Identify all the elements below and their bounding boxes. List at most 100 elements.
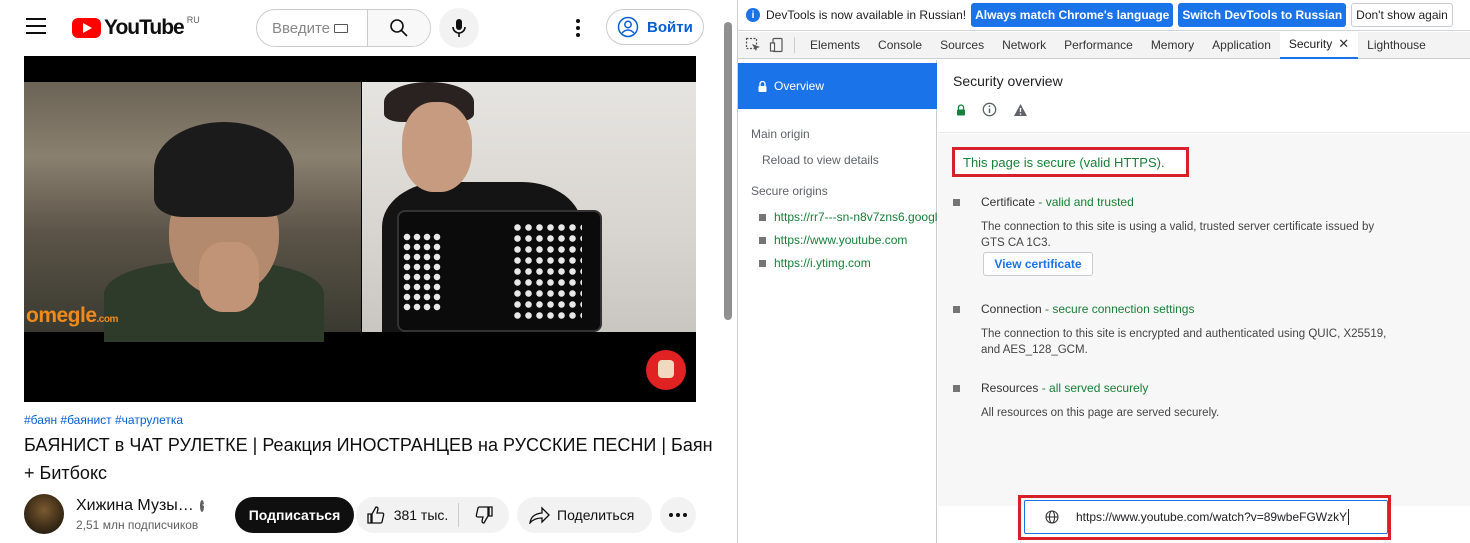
- video-hashtags[interactable]: #баян #баянист #чатрулетка: [24, 413, 183, 427]
- connection-section: Connection - secure connection settings …: [953, 302, 1393, 358]
- share-icon: [529, 506, 550, 524]
- certificate-label: Certificate: [981, 195, 1036, 209]
- account-icon: [617, 16, 639, 38]
- certificate-section: Certificate - valid and trusted The conn…: [953, 195, 1393, 251]
- resources-section: Resources - all served securely All reso…: [953, 381, 1393, 421]
- globe-icon: [1045, 510, 1059, 524]
- tab-console[interactable]: Console: [869, 32, 931, 59]
- voice-search-button[interactable]: [439, 8, 479, 48]
- resources-label: Resources: [981, 381, 1039, 395]
- share-label: Поделиться: [557, 507, 635, 523]
- subscriber-count: 2,51 млн подписчиков: [76, 517, 199, 532]
- search-placeholder: Введите: [272, 19, 330, 37]
- certificate-status: - valid and trusted: [1035, 195, 1134, 209]
- main-origin-header: Main origin: [751, 127, 810, 141]
- devtools-panel: i DevTools is now available in Russian! …: [737, 0, 1470, 543]
- youtube-logo[interactable]: YouTube RU: [72, 15, 200, 40]
- tab-network[interactable]: Network: [993, 32, 1055, 59]
- channel-watermark-icon: [646, 350, 686, 390]
- security-sidebar: Overview Main origin Reload to view deta…: [738, 60, 937, 543]
- dislike-button[interactable]: [459, 497, 509, 533]
- lock-icon: [758, 80, 767, 92]
- video-player[interactable]: omegle.com: [24, 56, 696, 402]
- omegle-watermark: omegle.com: [26, 304, 118, 327]
- share-button[interactable]: Поделиться: [517, 497, 652, 533]
- video-frame-right: [362, 82, 696, 332]
- secure-origins-header: Secure origins: [751, 184, 828, 198]
- inspect-element-icon[interactable]: [744, 32, 762, 59]
- tab-security[interactable]: Security ✕: [1279, 31, 1359, 59]
- info-circle-icon: [982, 102, 997, 117]
- security-overview-panel: Security overview This page is secure (v…: [938, 60, 1470, 543]
- view-certificate-button[interactable]: View certificate: [983, 252, 1093, 276]
- like-button[interactable]: 381 тыс.: [356, 503, 459, 527]
- video-frame-left: omegle.com: [24, 82, 361, 342]
- page-url-field[interactable]: https://www.youtube.com/watch?v=89wbeFGW…: [1024, 500, 1388, 534]
- tab-memory[interactable]: Memory: [1142, 32, 1203, 59]
- warning-icon: [1014, 103, 1027, 116]
- tab-application[interactable]: Application: [1203, 32, 1280, 59]
- thumbs-up-icon: [367, 506, 384, 524]
- security-state-icons: [956, 102, 1028, 117]
- tab-elements[interactable]: Elements: [801, 32, 869, 59]
- search-input[interactable]: Введите: [257, 10, 367, 46]
- signin-label: Войти: [647, 18, 693, 36]
- reload-hint: Reload to view details: [762, 153, 879, 167]
- youtube-wordmark: YouTube: [104, 16, 185, 39]
- info-icon: i: [746, 8, 760, 22]
- dont-show-again-button[interactable]: Don't show again: [1351, 3, 1453, 27]
- switch-language-button[interactable]: Switch DevTools to Russian: [1178, 3, 1347, 27]
- keyboard-icon[interactable]: [334, 23, 348, 33]
- secure-lock-icon: [957, 103, 965, 115]
- channel-name[interactable]: Хижина Музы…: [76, 497, 204, 515]
- certificate-description: The connection to this site is using a v…: [981, 221, 1375, 249]
- close-tab-icon[interactable]: ✕: [1338, 36, 1349, 52]
- resources-status: - all served securely: [1038, 381, 1149, 395]
- microphone-icon: [452, 19, 466, 37]
- search-button[interactable]: [366, 10, 430, 46]
- overview-body: This page is secure (valid HTTPS). Certi…: [938, 134, 1470, 506]
- sidebar-item-origin[interactable]: https://rr7---sn-n8v7zns6.googlevideo.co…: [759, 210, 937, 224]
- region-code: RU: [186, 15, 200, 25]
- sidebar-item-origin[interactable]: https://i.ytimg.com: [759, 256, 937, 270]
- signin-button[interactable]: Войти: [606, 9, 704, 45]
- devtools-tabbar: Elements Console Sources Network Perform…: [738, 31, 1470, 59]
- like-dislike-group: 381 тыс.: [356, 497, 509, 533]
- device-toolbar-icon[interactable]: [768, 32, 786, 59]
- origin-status-icon: [759, 236, 766, 244]
- tab-performance[interactable]: Performance: [1055, 32, 1142, 59]
- page-url: https://www.youtube.com/watch?v=89wbeFGW…: [1076, 510, 1348, 524]
- origin-status-icon: [759, 213, 766, 221]
- text-cursor: [1348, 509, 1350, 525]
- channel-avatar[interactable]: [24, 494, 64, 534]
- subscribe-button[interactable]: Подписаться: [235, 497, 354, 533]
- verified-icon: [199, 499, 204, 512]
- overview-header: Security overview: [938, 60, 1470, 133]
- sidebar-item-origin[interactable]: https://www.youtube.com: [759, 233, 937, 247]
- page-title: Security overview: [953, 73, 1063, 89]
- youtube-play-icon: [72, 18, 101, 38]
- resources-status-icon: [953, 385, 960, 392]
- connection-status: - secure connection settings: [1041, 302, 1195, 316]
- tab-lighthouse[interactable]: Lighthouse: [1358, 32, 1435, 59]
- origin-status-icon: [759, 259, 766, 267]
- like-count: 381 тыс.: [393, 507, 449, 523]
- video-title: БАЯНИСТ в ЧАТ РУЛЕТКЕ | Реакция ИНОСТРАН…: [24, 435, 713, 483]
- channel-info: Хижина Музы… 2,51 млн подписчиков: [24, 494, 204, 534]
- thumbs-down-icon: [475, 506, 493, 524]
- certificate-status-icon: [953, 199, 960, 206]
- secure-summary-highlight: This page is secure (valid HTTPS).: [952, 147, 1189, 177]
- more-actions-button[interactable]: [660, 497, 696, 533]
- search-icon: [390, 19, 408, 37]
- settings-menu-icon[interactable]: [568, 16, 588, 40]
- infobar-message: DevTools is now available in Russian!: [766, 8, 967, 22]
- tab-sources[interactable]: Sources: [931, 32, 993, 59]
- search-bar: Введите: [256, 9, 431, 47]
- connection-label: Connection: [981, 302, 1042, 316]
- sidebar-item-overview[interactable]: Overview: [738, 63, 937, 109]
- language-infobar: i DevTools is now available in Russian! …: [738, 0, 1470, 31]
- page-scrollbar[interactable]: [724, 22, 732, 320]
- connection-description: The connection to this site is encrypted…: [981, 328, 1387, 356]
- hamburger-menu-icon[interactable]: [26, 18, 46, 36]
- match-language-button[interactable]: Always match Chrome's language: [971, 3, 1174, 27]
